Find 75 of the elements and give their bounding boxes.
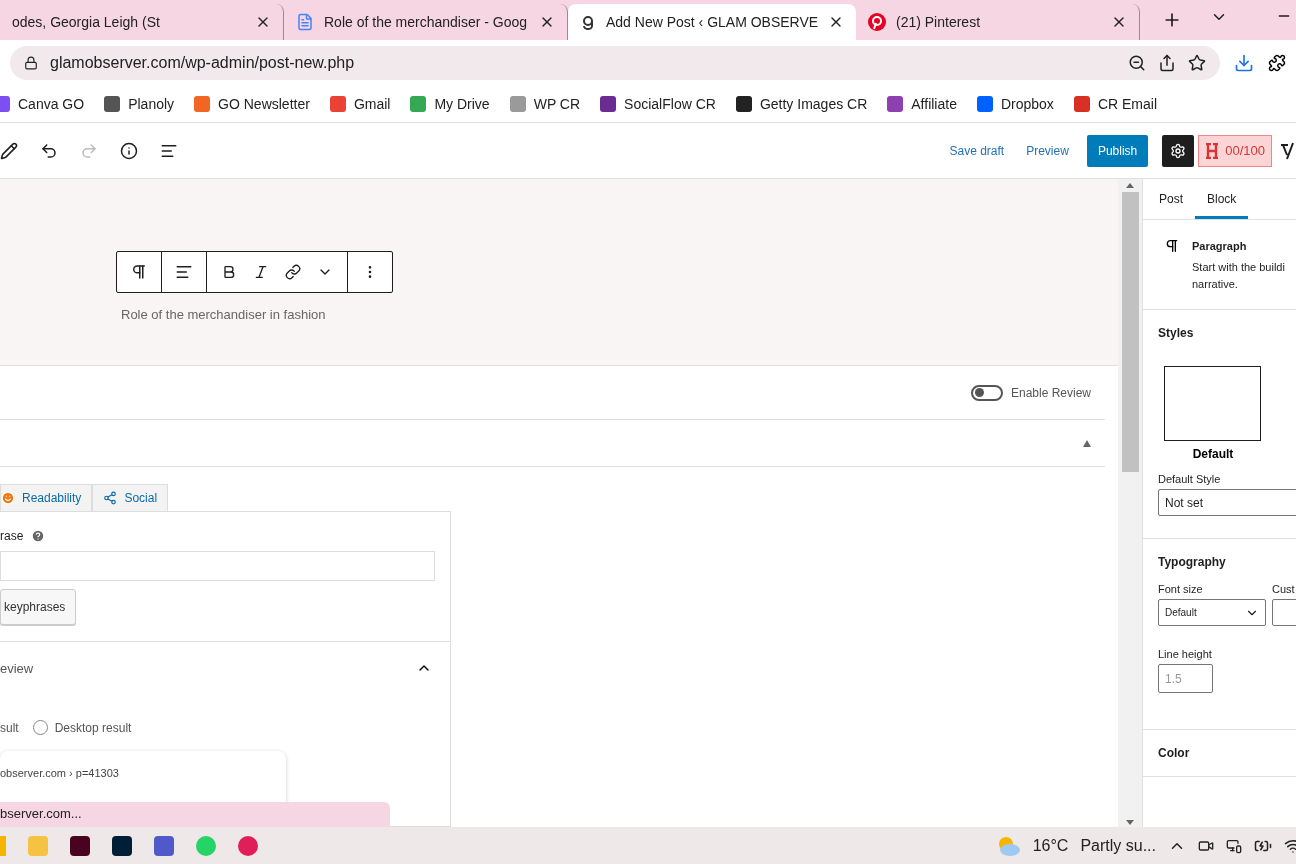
browser-tab[interactable]: (21) Pinterest [856, 4, 1140, 40]
field-label: Font size [1158, 583, 1204, 595]
save-draft-link[interactable]: Save draft [945, 137, 1009, 164]
line-height-input[interactable]: 1.5 [1158, 664, 1213, 693]
preview-link[interactable]: Preview [1022, 137, 1073, 164]
field-label: Cust [1272, 583, 1296, 595]
font-size-select[interactable]: Default [1158, 599, 1266, 626]
zoom-out-icon[interactable] [1128, 54, 1146, 72]
display-icon[interactable] [1226, 837, 1242, 854]
scroll-up-icon[interactable] [1126, 183, 1134, 188]
bookmark[interactable]: My Drive [410, 96, 490, 112]
bookmark[interactable]: Canva GO [0, 96, 85, 112]
sidebar-tab[interactable]: Post [1157, 179, 1195, 219]
app-icon[interactable] [70, 835, 90, 856]
sidebar-tab[interactable]: Block [1195, 179, 1249, 219]
status-url: bserver.com... [0, 802, 390, 827]
scrollbar[interactable] [1118, 179, 1142, 827]
bookmark[interactable]: Affiliate [887, 96, 957, 112]
collapse-triangle-icon[interactable] [1083, 439, 1091, 447]
star-icon[interactable] [1188, 54, 1206, 72]
seo-tab[interactable]: Social [92, 484, 169, 511]
browser-tab[interactable]: Add New Post ‹ GLAM OBSERVE [568, 4, 856, 40]
keyphrase-input[interactable] [0, 551, 435, 581]
section-heading: Color [1158, 746, 1191, 760]
h-logo-icon [1205, 142, 1220, 159]
style-name: Default [1191, 447, 1235, 461]
publish-button[interactable]: Publish [1086, 134, 1149, 167]
block-title: Paragraph [1192, 239, 1248, 254]
bookmark[interactable]: Gmail [329, 96, 391, 112]
share-icon[interactable] [1158, 54, 1176, 72]
keyphrases-button[interactable]: keyphrases [0, 589, 77, 625]
help-icon[interactable] [31, 529, 46, 543]
snippet-url: observer.com › p=41303 [0, 767, 119, 779]
y-logo-icon[interactable] [1280, 140, 1296, 161]
review-toggle[interactable] [970, 384, 1003, 401]
toggle-label: Enable Review [1010, 385, 1091, 400]
temperature: 16°C [1032, 836, 1069, 855]
paragraph-icon [1164, 238, 1180, 254]
bookmark[interactable]: Dropbox [976, 96, 1054, 112]
bookmark[interactable]: WP CR [509, 96, 581, 112]
pin-logo-icon [868, 13, 886, 31]
lock-icon [24, 56, 38, 70]
bookmark[interactable]: GO Newsletter [194, 96, 310, 112]
radio-option[interactable]: Desktop result [32, 720, 132, 735]
browser-tab[interactable]: odes, Georgia Leigh (St [0, 4, 284, 40]
settings-button[interactable] [1162, 134, 1195, 167]
document-icon [296, 13, 314, 31]
block-description: narrative. [1192, 277, 1239, 292]
section-heading: Typography [1158, 555, 1227, 569]
face-icon [1, 491, 15, 505]
scroll-down-icon[interactable] [1126, 820, 1134, 825]
address-bar[interactable]: glamobserver.com/wp-admin/post-new.php [10, 46, 1220, 80]
section-title: eview [0, 660, 34, 676]
app-icon[interactable] [112, 835, 132, 856]
bookmark[interactable]: Getty Images CR [735, 96, 868, 112]
style-preview[interactable] [1164, 366, 1261, 441]
weather-text: Partly su... [1080, 836, 1156, 855]
image-caption: Role of the merchandiser in fashion [121, 307, 327, 322]
settings-icon [1170, 142, 1187, 159]
puzzle-icon[interactable] [1268, 54, 1286, 72]
score-button[interactable]: 00/100 [1198, 134, 1272, 167]
bookmark[interactable]: CR Email [1073, 96, 1157, 112]
bookmark[interactable]: SocialFlow CR [600, 96, 716, 112]
field-label: Default Style [1158, 473, 1222, 485]
block-description: Start with the buildi [1192, 260, 1285, 275]
bookmark[interactable]: Planoly [104, 96, 175, 112]
seo-tab[interactable]: Readability [0, 484, 93, 511]
download-icon[interactable] [1234, 53, 1254, 73]
g-logo-icon [580, 14, 596, 30]
share-icon [103, 491, 118, 505]
radio-label: sult [0, 720, 19, 735]
style-select[interactable]: Not set [1158, 489, 1296, 516]
section-heading: Styles [1158, 326, 1195, 340]
field-label: Line height [1158, 648, 1213, 660]
field-label: rase [0, 529, 24, 543]
